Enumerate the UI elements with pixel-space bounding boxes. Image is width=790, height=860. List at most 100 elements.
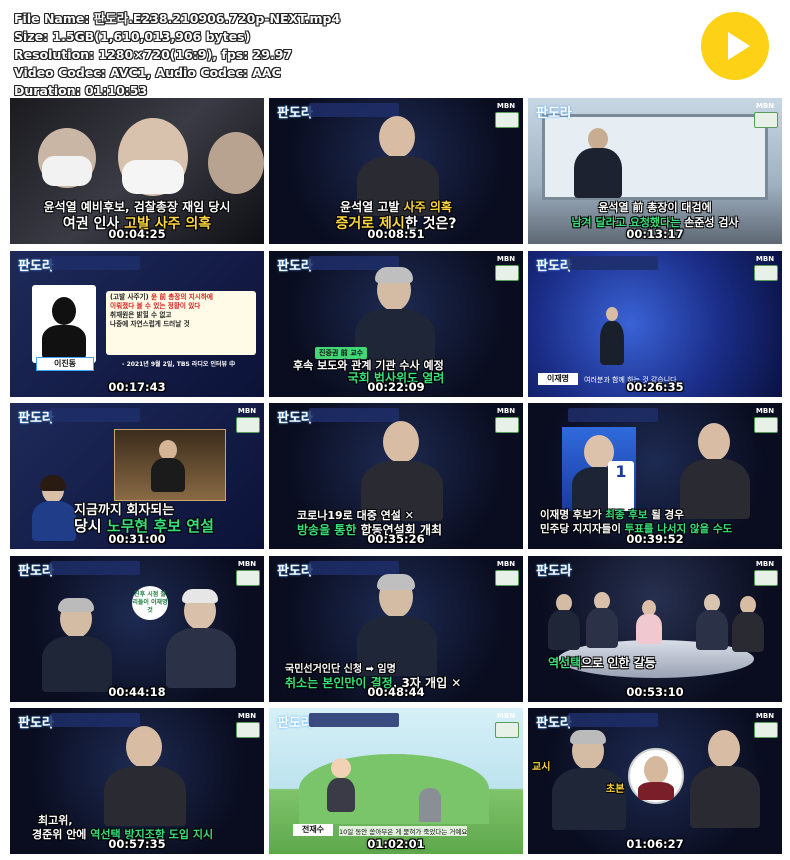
- thumbnail-3[interactable]: 판도라 MBN 윤석열 前 총장이 대검에 남겨 달라고 요청했다는 손준성 검…: [528, 98, 782, 244]
- caption-line-1: 역선택으로 인한 갈등: [548, 654, 776, 671]
- channel-logo: 판도라: [18, 564, 54, 579]
- silhouette-card: [32, 285, 96, 363]
- quote-line-4: 나중에 자연스럽게 드러날 것: [110, 320, 190, 328]
- program-info-bar: [309, 713, 399, 727]
- mbn-logo: MBN: [754, 255, 778, 281]
- timestamp: 00:17:43: [108, 380, 166, 394]
- badge-icon: [495, 265, 519, 281]
- mbn-logo: MBN: [236, 560, 260, 586]
- mbn-logo: MBN: [495, 102, 519, 128]
- timestamp: 00:13:17: [626, 227, 684, 241]
- thumbnail-4[interactable]: 판도라 이진동 (고발 사주기) 윤 前 총장의 지시하에 이뤄졌다 볼 수 있…: [10, 251, 264, 397]
- network-name: MBN: [496, 102, 516, 110]
- timestamp: 00:31:00: [108, 532, 166, 546]
- thumbnail-9[interactable]: MBN 1 이재명 후보가 최종 후보 될 경우 민주당 지지자들이 투표를 나…: [528, 403, 782, 549]
- network-name: MBN: [755, 560, 775, 568]
- timestamp: 01:02:01: [367, 837, 425, 851]
- program-info-bar: [50, 561, 140, 575]
- play-icon: [728, 32, 750, 60]
- candidate-photo: 1: [562, 427, 636, 511]
- caption-line-1: 이재명 후보가 최종 후보 될 경우: [540, 507, 776, 522]
- program-info-bar: [309, 561, 399, 575]
- channel-logo: 판도라: [277, 716, 313, 731]
- thumbnail-6[interactable]: 판도라 MBN 이재명 여러분과 함께 하는 것 같습니다 00:26:35: [528, 251, 782, 397]
- mbn-logo: MBN: [754, 712, 778, 738]
- side-note-bubble: 친후 시점 찰리들이 이재명 것: [132, 586, 168, 620]
- badge-icon: [495, 722, 519, 738]
- badge-icon: [754, 112, 778, 128]
- mbn-logo: MBN: [495, 560, 519, 586]
- caption-line-1: 윤석열 前 총장이 대검에: [598, 201, 712, 214]
- badge-icon: [754, 265, 778, 281]
- quote-line-1b: 윤 前 총장의 지시하에: [150, 293, 213, 301]
- caption-highlight: 사주 의혹: [403, 200, 452, 214]
- timestamp: 00:39:52: [626, 532, 684, 546]
- badge-icon: [495, 417, 519, 433]
- badge-icon: [236, 570, 260, 586]
- channel-logo: 판도라: [18, 411, 54, 426]
- thumbnail-12[interactable]: 판도라 MBN 역선택으로 인한 갈등 00:53:10: [528, 556, 782, 702]
- program-info-bar: [50, 408, 140, 422]
- name-label: 이진동: [36, 357, 94, 371]
- thumbnail-11[interactable]: 판도라 MBN 국민선거인단 신청 ➡ 임명 취소는 본인만이 결정, 3자 개…: [269, 556, 523, 702]
- mbn-logo: MBN: [754, 560, 778, 586]
- network-name: MBN: [755, 102, 775, 110]
- badge-icon: [495, 112, 519, 128]
- channel-logo: 판도라: [536, 259, 572, 274]
- size-line: Size: 1.5GB(1,610,013,906 bytes): [14, 29, 251, 44]
- network-name: MBN: [237, 712, 257, 720]
- program-info-bar: [568, 713, 658, 727]
- thumbnail-15[interactable]: 판도라 MBN 교시 초본 01:06:27: [528, 708, 782, 854]
- network-name: MBN: [496, 712, 516, 720]
- timestamp: 00:04:25: [108, 227, 166, 241]
- thumbnail-14[interactable]: 판도라 MBN 전재수 10일 동안 쏟아부은 게 묻혀가 죽었다는 거예요 0…: [269, 708, 523, 854]
- channel-logo: 판도라: [277, 411, 313, 426]
- caption-post: 으로 인한 갈등: [581, 656, 656, 670]
- file-name-line: File Name: 판도라.E238.210906.720p-NEXT.mp4: [14, 11, 341, 26]
- timestamp: 01:06:27: [626, 837, 684, 851]
- thumbnail-13[interactable]: 판도라 MBN 최고위, 경준위 안에 역선택 방지조항 도입 지시 00:57…: [10, 708, 264, 854]
- network-name: MBN: [496, 407, 516, 415]
- thumbnail-8[interactable]: 판도라 MBN 코로나19로 대중 연설 ✕ 방송을 통한 합동연설회 개최 0…: [269, 403, 523, 549]
- channel-logo: 판도라: [277, 259, 313, 274]
- mbn-logo: MBN: [495, 255, 519, 281]
- caption-pre: 윤석열 고발: [340, 200, 404, 214]
- program-info-bar: [50, 713, 140, 727]
- codec-line: Video Codec: AVC1, Audio Codec: AAC: [14, 65, 281, 80]
- timestamp: 00:53:10: [626, 685, 684, 699]
- network-name: MBN: [237, 560, 257, 568]
- timestamp: 00:57:35: [108, 837, 166, 851]
- side-text-1: 교시: [532, 762, 551, 773]
- sub-caption: 10일 동안 쏟아부은 게 묻혀가 죽었다는 거예요: [339, 826, 468, 836]
- mbn-logo: MBN: [754, 407, 778, 433]
- play-button[interactable]: [701, 12, 769, 80]
- mbn-logo: MBN: [495, 407, 519, 433]
- caption-highlight: 역선택: [548, 656, 582, 670]
- thumbnail-1[interactable]: 윤석열 예비후보, 검찰총장 재임 당시 여권 인사 고발 사주 의혹 00:0…: [10, 98, 264, 244]
- archive-footage: [114, 429, 226, 501]
- channel-logo: 판도라: [18, 259, 54, 274]
- channel-logo: 판도라: [536, 564, 572, 579]
- thumbnail-10[interactable]: 판도라 MBN 친후 시점 찰리들이 이재명 것 00:44:18: [10, 556, 264, 702]
- tombstone-shape: [419, 788, 441, 822]
- network-name: MBN: [496, 560, 516, 568]
- name-label: 전재수: [293, 824, 333, 836]
- mbn-logo: MBN: [495, 712, 519, 738]
- number-one-badge: 1: [608, 461, 634, 511]
- quote-line-1a: (고발 사주기): [110, 293, 149, 301]
- quote-source: - 2021년 9월 2일, TBS 라디오 인터뷰 中: [122, 361, 236, 368]
- thumbnail-5[interactable]: 판도라 MBN 진중권 前 교수 후속 보도와 관계 기관 수사 예정 국회 법…: [269, 251, 523, 397]
- thumbnail-7[interactable]: 판도라 MBN 지금까지 회자되는 당시 노무현 후보 연설 00:31:00: [10, 403, 264, 549]
- caption-highlight: 최종 후보: [605, 509, 648, 521]
- timestamp: 00:44:18: [108, 685, 166, 699]
- side-text-2: 초본: [606, 784, 625, 795]
- channel-logo: 판도라: [277, 106, 313, 121]
- channel-logo: 판도라: [18, 716, 54, 731]
- caption-post: 될 경우: [647, 509, 684, 521]
- resolution-line: Resolution: 1280×720(16:9), fps: 29.97: [14, 47, 293, 62]
- timestamp: 00:08:51: [367, 227, 425, 241]
- portrait-bubble: [628, 748, 684, 804]
- mbn-logo: MBN: [236, 407, 260, 433]
- thumbnail-2[interactable]: 판도라 MBN 윤석열 고발 사주 의혹 증거로 제시한 것은? 00:08:5…: [269, 98, 523, 244]
- mbn-logo: MBN: [236, 712, 260, 738]
